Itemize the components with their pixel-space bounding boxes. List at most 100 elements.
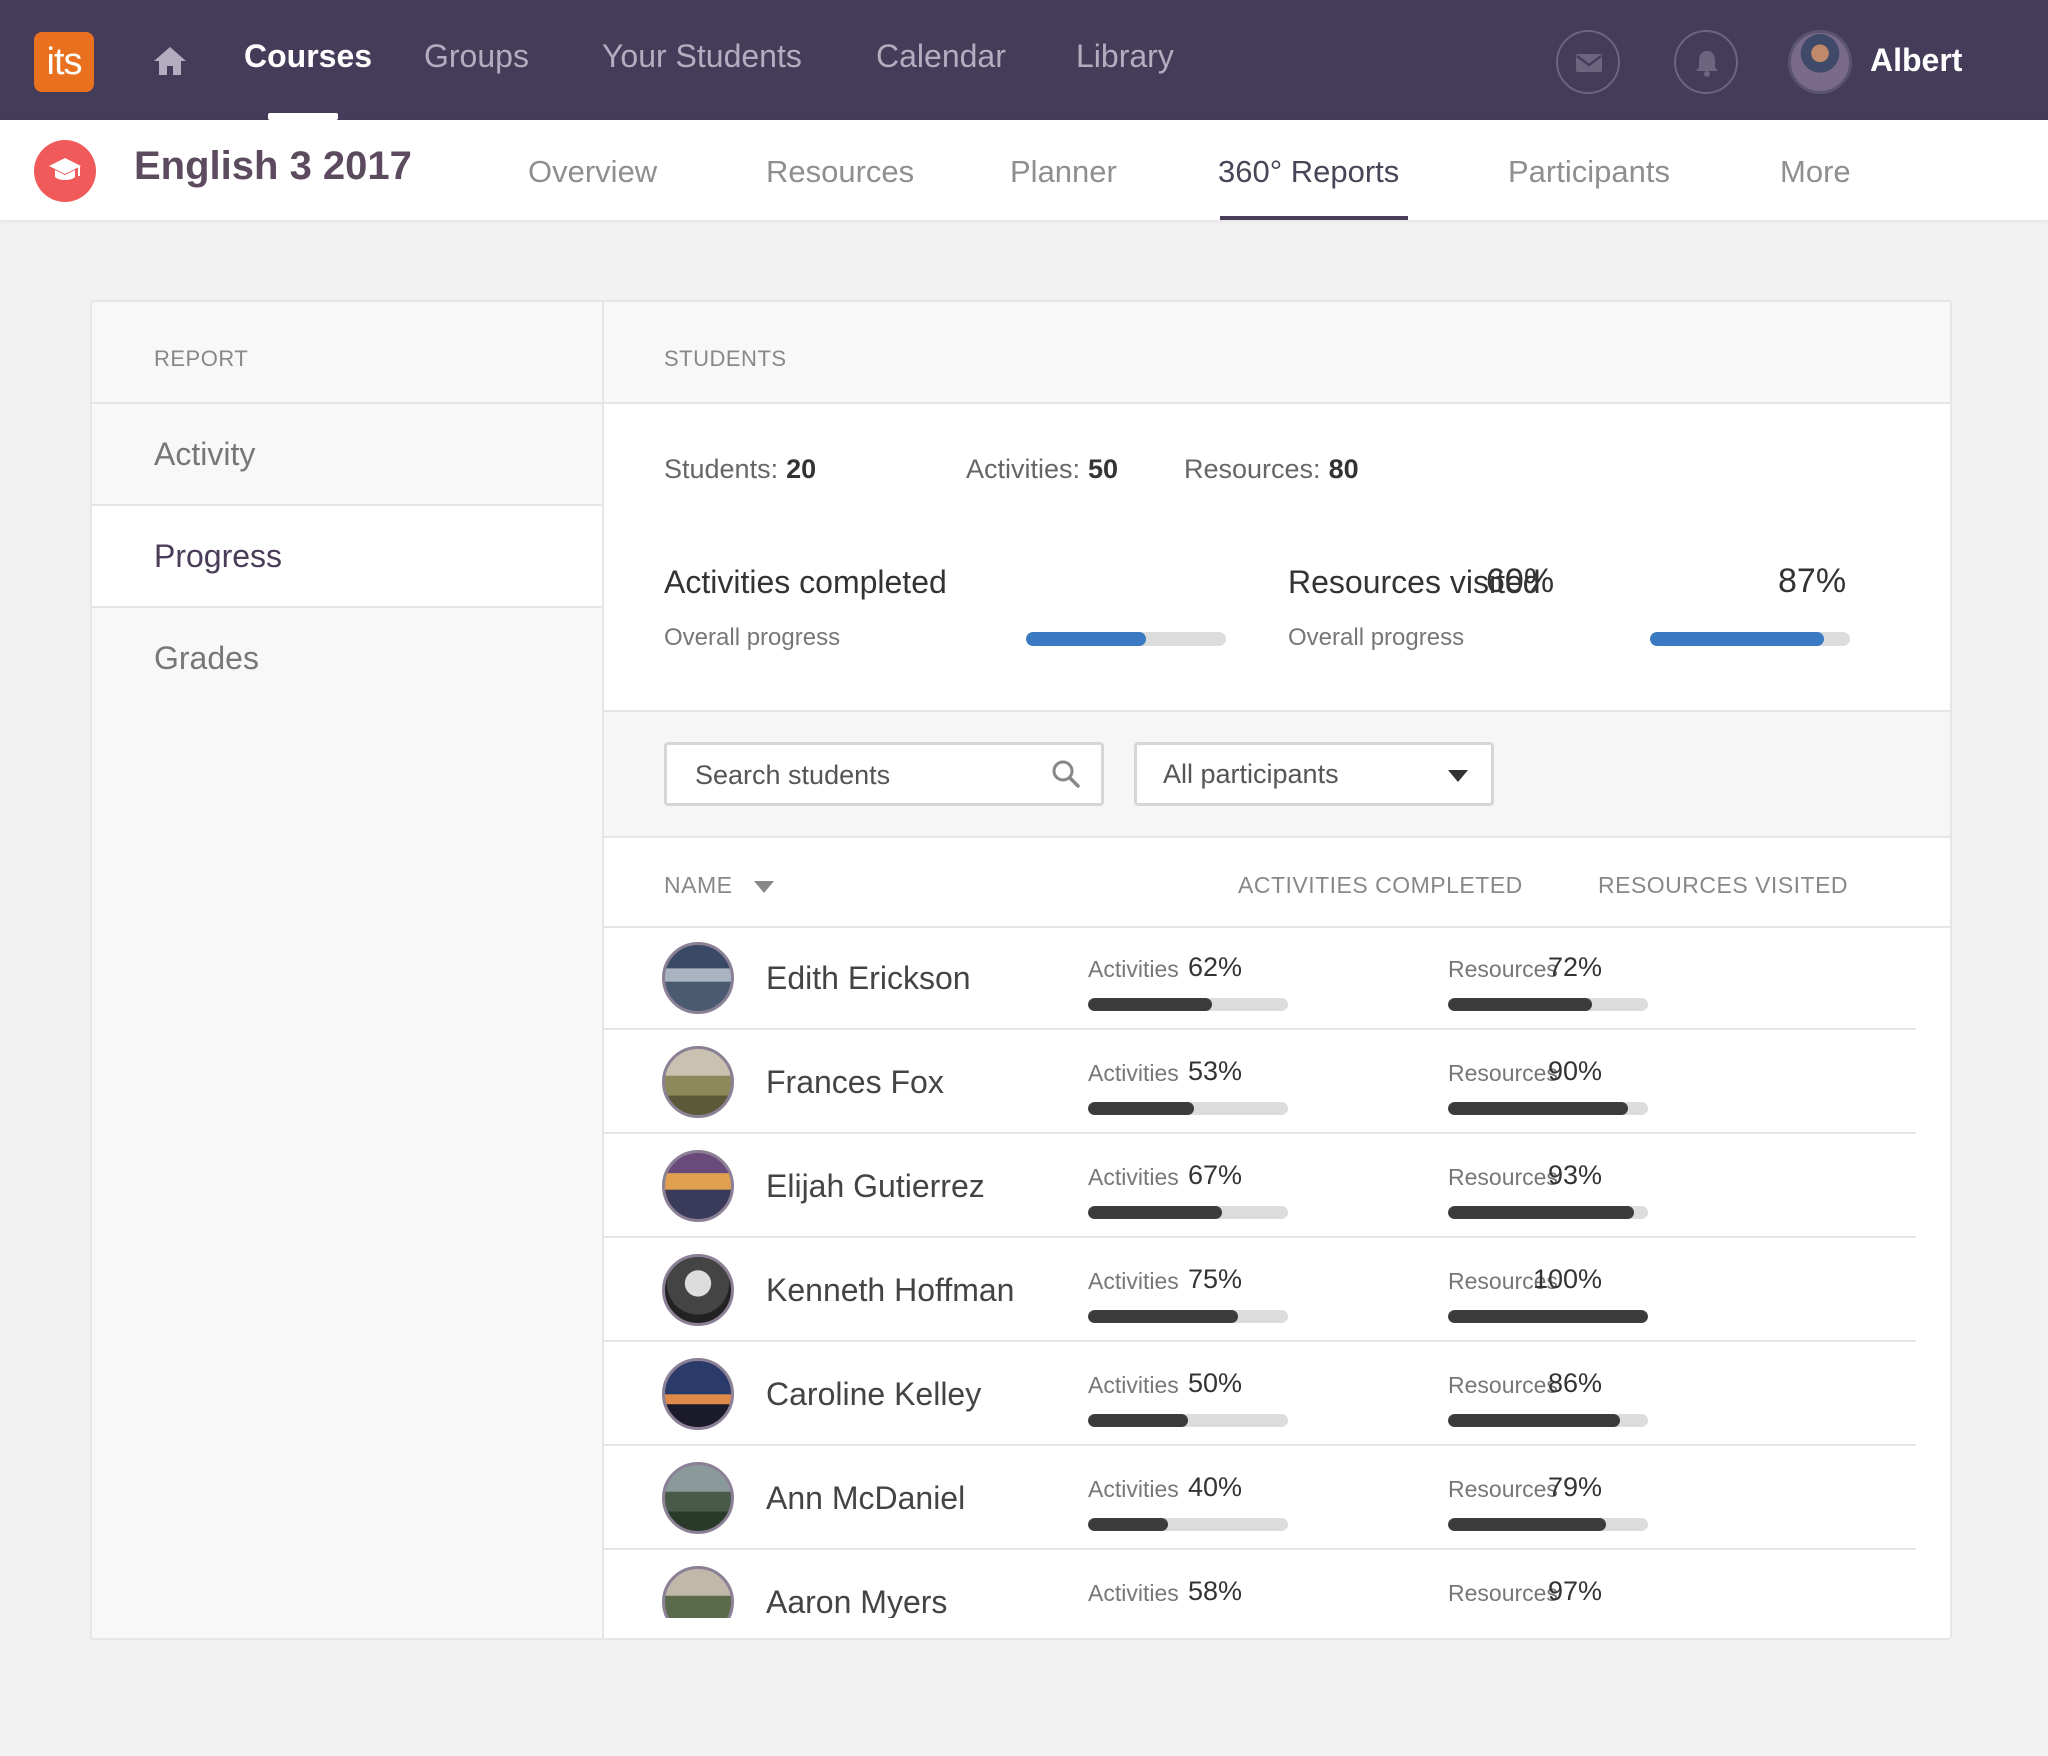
student-avatar[interactable]	[662, 1150, 734, 1222]
student-name[interactable]: Frances Fox	[766, 1064, 944, 1101]
resources-progress-bar	[1448, 1206, 1648, 1219]
user-name[interactable]: Albert	[1870, 42, 1962, 79]
resources-progress-fill	[1448, 1206, 1634, 1219]
student-name[interactable]: Ann McDaniel	[766, 1480, 965, 1517]
summary-activities-bar-fill	[1026, 632, 1146, 646]
notifications-button[interactable]	[1674, 30, 1738, 94]
report-sidebar: REPORT Activity Progress Grades	[92, 302, 604, 1638]
student-avatar[interactable]	[662, 1046, 734, 1118]
student-avatar[interactable]	[662, 1358, 734, 1430]
student-avatar[interactable]	[662, 1254, 734, 1326]
activities-cell-pct: 67%	[1187, 1160, 1242, 1190]
resources-cell-pct: 93%	[1547, 1160, 1602, 1190]
select-value: All participants	[1163, 759, 1339, 789]
student-name[interactable]: Caroline Kelley	[766, 1376, 981, 1413]
search-input[interactable]	[693, 755, 1037, 795]
summary-resources-title: Resources visited	[1288, 564, 1541, 600]
activities-progress-fill	[1088, 1206, 1222, 1219]
students-heading: STUDENTS	[664, 346, 787, 371]
student-name[interactable]: Elijah Gutierrez	[766, 1168, 985, 1205]
search-icon[interactable]	[1051, 759, 1081, 789]
resources-cell-pct: 90%	[1547, 1056, 1602, 1086]
topnav-calendar[interactable]: Calendar	[876, 38, 1006, 75]
resources-cell-pct: 72%	[1547, 952, 1602, 982]
table-row[interactable]: Elijah Gutierrez Activities 67% Resource…	[604, 1136, 1916, 1238]
topnav-courses[interactable]: Courses	[244, 38, 372, 75]
tab-overview[interactable]: Overview	[528, 154, 657, 190]
column-resources-header[interactable]: RESOURCES VISITED	[1598, 872, 1848, 899]
resources-progress-fill	[1448, 1414, 1620, 1427]
student-avatar[interactable]	[662, 1462, 734, 1534]
activities-cell-pct: 40%	[1187, 1472, 1242, 1502]
summary-activities-title: Activities completed	[664, 564, 947, 600]
tab-planner[interactable]: Planner	[1010, 154, 1117, 190]
table-row[interactable]: Caroline Kelley Activities 50% Resources…	[604, 1344, 1916, 1446]
activities-progress-bar	[1088, 1102, 1288, 1115]
sidebar-item-label: Progress	[154, 538, 283, 574]
resources-cell-pct: 97%	[1547, 1576, 1602, 1606]
sidebar-item-grades[interactable]: Grades	[92, 608, 602, 710]
resources-progress-fill	[1448, 998, 1592, 1011]
tab-participants[interactable]: Participants	[1508, 154, 1670, 190]
tab-360-reports[interactable]: 360° Reports	[1218, 154, 1399, 190]
caret-down-icon	[1448, 770, 1468, 782]
resources-cell-pct: 86%	[1547, 1368, 1602, 1398]
resources-progress-bar	[1448, 1414, 1648, 1427]
student-avatar[interactable]	[662, 1566, 734, 1618]
activities-progress-bar	[1088, 998, 1288, 1011]
resources-progress-bar	[1448, 998, 1648, 1011]
activities-progress-bar	[1088, 1206, 1288, 1219]
resources-progress-bar	[1448, 1102, 1648, 1115]
messages-button[interactable]	[1556, 30, 1620, 94]
column-activities-header[interactable]: ACTIVITIES COMPLETED	[1238, 872, 1523, 899]
bell-icon	[1696, 51, 1718, 77]
sidebar-item-label: Activity	[154, 436, 256, 472]
student-name[interactable]: Aaron Myers	[766, 1584, 947, 1618]
summary-activities-sub: Overall progress	[664, 624, 841, 651]
topnav-your-students[interactable]: Your Students	[602, 38, 802, 75]
activities-progress-fill	[1088, 1102, 1194, 1115]
stat-value: 20	[786, 454, 817, 484]
mail-icon	[1576, 54, 1602, 72]
table-row[interactable]: Frances Fox Activities 53% Resources 90%	[604, 1032, 1916, 1134]
students-panel: STUDENTS Students: 20 Activities: 50 Resou…	[604, 302, 1950, 1638]
sidebar-header: REPORT	[92, 302, 602, 404]
topnav-groups[interactable]: Groups	[424, 38, 529, 75]
tab-more[interactable]: More	[1780, 154, 1851, 190]
activities-progress-bar	[1088, 1518, 1288, 1531]
column-name-header[interactable]: NAME	[664, 872, 775, 899]
user-avatar[interactable]	[1788, 30, 1852, 94]
resources-cell-pct: 100%	[1532, 1264, 1602, 1294]
activities-cell-pct: 50%	[1187, 1368, 1242, 1398]
summary-resources-bar	[1650, 632, 1850, 646]
activities-cell-pct: 62%	[1187, 952, 1242, 982]
sidebar-item-activity[interactable]: Activity	[92, 404, 602, 506]
activities-cell-pct: 53%	[1187, 1056, 1242, 1086]
table-row[interactable]: Ann McDaniel Activities 40% Resources 79…	[604, 1448, 1916, 1550]
app-logo[interactable]: its	[34, 32, 94, 92]
student-avatar[interactable]	[662, 942, 734, 1014]
table-row[interactable]: Edith Erickson Activities 62% Resources …	[604, 928, 1916, 1030]
stat-resources: Resources: 80	[1184, 454, 1359, 485]
sidebar-item-progress[interactable]: Progress	[92, 506, 602, 608]
student-name[interactable]: Kenneth Hoffman	[766, 1272, 1014, 1309]
table-row[interactable]: Kenneth Hoffman Activities 75% Resources…	[604, 1240, 1916, 1342]
stat-label: Students:	[664, 454, 779, 484]
stat-value: 80	[1328, 454, 1359, 484]
activities-progress-bar	[1088, 1310, 1288, 1323]
tab-resources[interactable]: Resources	[766, 154, 914, 190]
resources-progress-bar	[1448, 1518, 1648, 1531]
participants-filter-select[interactable]: All participants	[1134, 742, 1494, 806]
sidebar-heading: REPORT	[154, 346, 249, 371]
table-row[interactable]: Aaron Myers Activities 58% Resources 97%	[604, 1552, 1916, 1618]
column-label: NAME	[664, 872, 733, 898]
topnav-library[interactable]: Library	[1076, 38, 1174, 75]
activities-cell-pct: 75%	[1187, 1264, 1242, 1294]
students-table-body: Edith Erickson Activities 62% Resources …	[604, 928, 1916, 1618]
student-name[interactable]: Edith Erickson	[766, 960, 971, 997]
top-navbar: its Courses Groups Your Students Calenda…	[0, 0, 2048, 120]
home-icon[interactable]	[152, 44, 188, 78]
search-box[interactable]	[664, 742, 1104, 806]
summary-resources-bar-fill	[1650, 632, 1824, 646]
resources-progress-fill	[1448, 1310, 1648, 1323]
